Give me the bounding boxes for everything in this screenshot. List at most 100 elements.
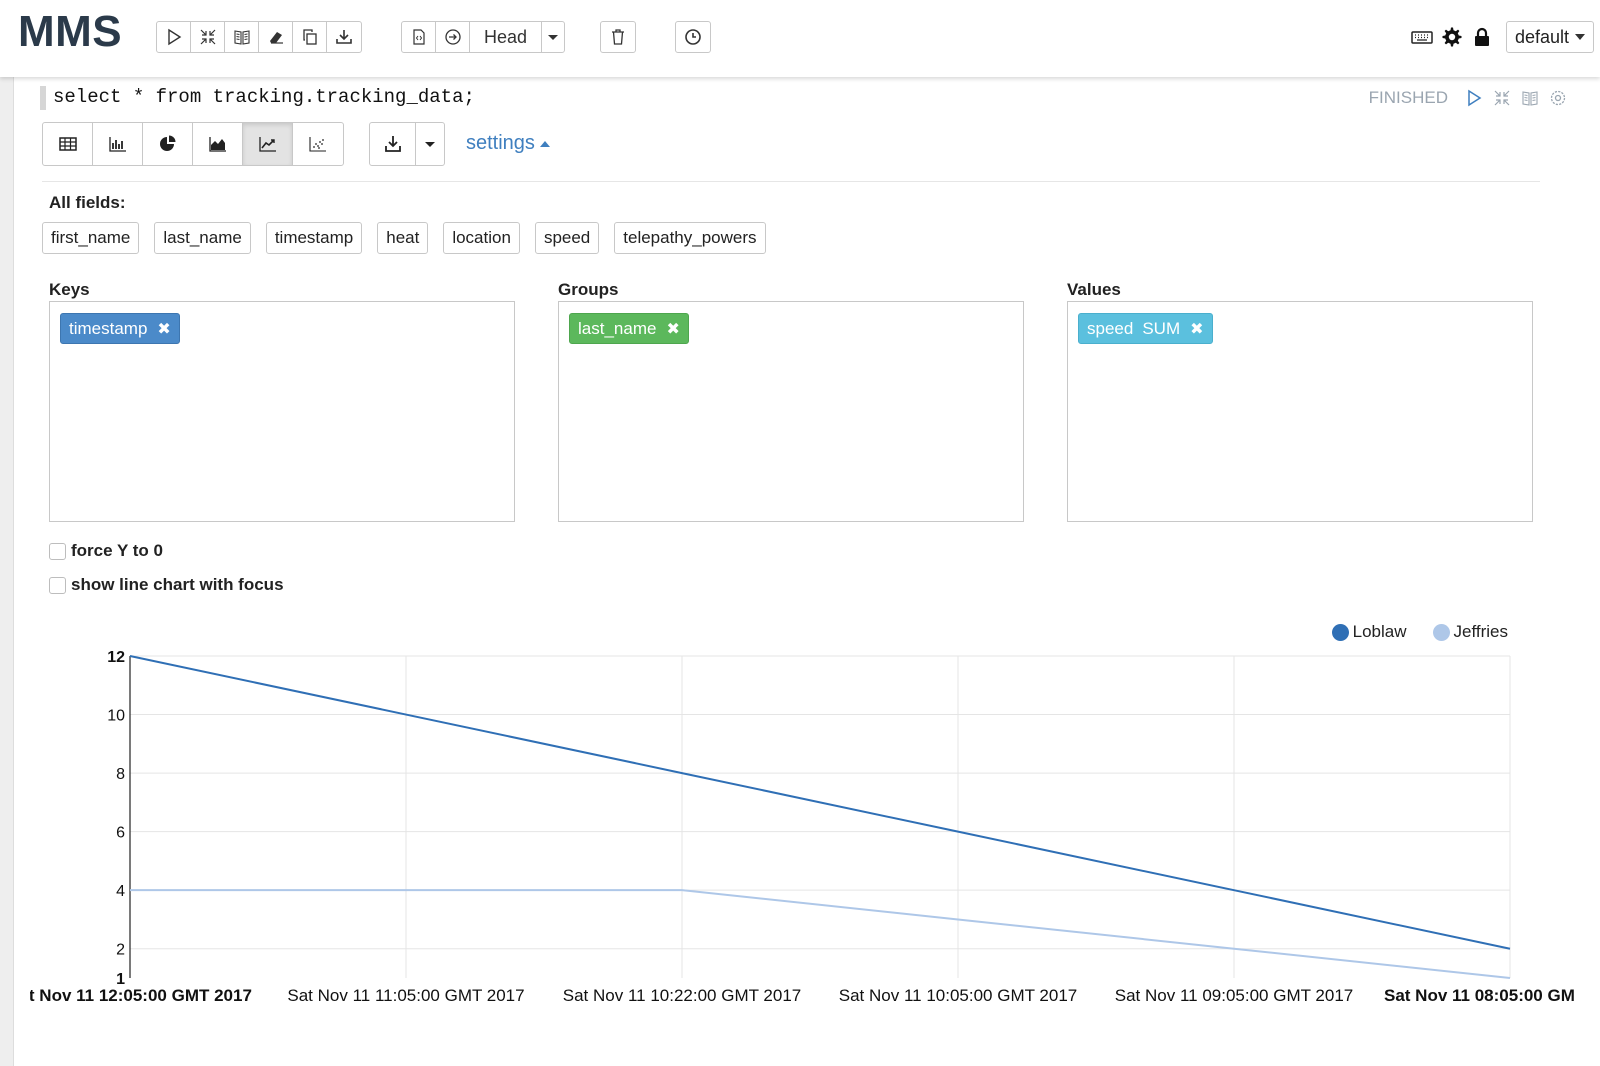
remove-group-icon[interactable]: ✖ bbox=[666, 319, 679, 339]
commit-button[interactable] bbox=[436, 22, 470, 52]
scatter-chart-icon bbox=[309, 137, 326, 152]
values-label: Values bbox=[1067, 280, 1121, 299]
pie-chart-icon bbox=[159, 135, 175, 151]
field-first-name[interactable]: first_name bbox=[42, 222, 140, 254]
y-tick-label: 8 bbox=[116, 766, 125, 783]
eraser-icon bbox=[269, 32, 283, 44]
download-icon bbox=[336, 30, 352, 44]
viz-area-chart-button[interactable] bbox=[193, 123, 243, 165]
x-tick-label: Sat Nov 11 08:05:00 GMT 2017 bbox=[1384, 986, 1575, 1005]
play-icon bbox=[167, 28, 181, 46]
viz-pie-chart-button[interactable] bbox=[143, 123, 193, 165]
x-tick-label: Sat Nov 11 10:22:00 GMT 2017 bbox=[563, 986, 801, 1005]
all-fields-list: first_name last_name timestamp heat loca… bbox=[42, 222, 781, 254]
viz-table-button[interactable] bbox=[43, 123, 93, 165]
caret-up-icon bbox=[539, 140, 550, 147]
head-revision-button[interactable]: Head bbox=[470, 22, 543, 52]
run-all-button[interactable] bbox=[157, 22, 191, 52]
force-y-checkbox[interactable] bbox=[49, 542, 66, 560]
caret-down-icon bbox=[1575, 34, 1585, 40]
x-tick-label: Sat Nov 11 11:05:00 GMT 2017 bbox=[287, 986, 524, 1005]
download-data-button[interactable] bbox=[370, 123, 416, 165]
paragraph-settings-button[interactable] bbox=[1544, 86, 1572, 110]
clear-output-button[interactable] bbox=[259, 22, 293, 52]
key-chip-timestamp[interactable]: timestamp ✖ bbox=[60, 313, 180, 344]
remove-value-icon[interactable]: ✖ bbox=[1190, 319, 1203, 339]
line-chart: 1 2 4 6 8 10 12 Sat Nov 11 12:05:00 GMT 2017 Sat… bbox=[8, 612, 1600, 1032]
book-icon bbox=[1522, 91, 1538, 106]
note-actions-group bbox=[156, 21, 362, 53]
value-chip-aggregation[interactable]: SUM bbox=[1142, 319, 1180, 339]
scheduler-group bbox=[675, 21, 711, 53]
group-chip-last-name[interactable]: last_name ✖ bbox=[569, 313, 689, 344]
all-fields-label: All fields: bbox=[49, 193, 126, 212]
x-tick-label: Sat Nov 11 09:05:00 GMT 2017 bbox=[1115, 986, 1353, 1005]
top-header: MMS Head default bbox=[0, 0, 1600, 77]
group-chip-label: last_name bbox=[578, 318, 657, 338]
collapse-all-button[interactable] bbox=[191, 22, 225, 52]
viz-scatter-chart-button[interactable] bbox=[293, 123, 343, 165]
clone-note-button[interactable] bbox=[293, 22, 327, 52]
field-location[interactable]: location bbox=[443, 222, 520, 254]
version-control-button[interactable] bbox=[402, 22, 436, 52]
viz-bar-chart-button[interactable] bbox=[93, 123, 143, 165]
header-right-tools: default bbox=[1408, 20, 1600, 54]
revision-dropdown-toggle[interactable] bbox=[542, 22, 564, 52]
run-paragraph-button[interactable] bbox=[1460, 86, 1488, 110]
hide-output-button[interactable] bbox=[1516, 86, 1544, 110]
remove-key-icon[interactable]: ✖ bbox=[157, 319, 170, 339]
field-telepathy-powers[interactable]: telepathy_powers bbox=[614, 222, 766, 254]
shortcut-button[interactable] bbox=[1408, 22, 1436, 52]
gear-icon bbox=[1550, 90, 1566, 106]
key-chip-label: timestamp bbox=[69, 318, 148, 338]
groups-drop-zone[interactable]: last_name ✖ bbox=[558, 301, 1024, 522]
download-format-toggle[interactable] bbox=[416, 123, 444, 165]
note-look-dropdown[interactable]: default bbox=[1505, 21, 1594, 53]
version-control-group: Head bbox=[401, 21, 566, 53]
toggle-output-button[interactable] bbox=[225, 22, 259, 52]
permissions-button[interactable] bbox=[1468, 22, 1496, 52]
settings-toggle[interactable]: settings bbox=[466, 132, 550, 155]
line-chart-svg: 124681012Sat Nov 11 12:05:00 GMT 2017 Sat… bbox=[8, 649, 1600, 1005]
force-y-option: force Y to 0 bbox=[49, 541, 163, 561]
y-tick-label: 6 bbox=[116, 825, 125, 842]
download-icon bbox=[384, 136, 401, 152]
copy-icon bbox=[302, 29, 317, 45]
keys-drop-zone[interactable]: timestamp ✖ bbox=[49, 301, 515, 522]
y-tick-label: 2 bbox=[116, 942, 125, 959]
table-icon bbox=[58, 137, 77, 151]
area-chart-icon bbox=[208, 137, 226, 152]
field-last-name[interactable]: last_name bbox=[154, 222, 251, 254]
focus-label: show line chart with focus bbox=[71, 575, 284, 594]
viz-line-chart-button[interactable] bbox=[243, 123, 293, 165]
download-group bbox=[369, 122, 445, 166]
book-icon bbox=[233, 30, 250, 45]
hide-editor-button[interactable] bbox=[1488, 86, 1516, 110]
scheduler-button[interactable] bbox=[676, 22, 710, 52]
file-code-icon bbox=[412, 29, 425, 45]
visualization-selector bbox=[42, 122, 344, 166]
field-timestamp[interactable]: timestamp bbox=[265, 222, 363, 254]
interpreter-settings-button[interactable] bbox=[1438, 22, 1466, 52]
field-heat[interactable]: heat bbox=[377, 222, 429, 254]
delete-note-button[interactable] bbox=[601, 22, 635, 52]
export-note-button[interactable] bbox=[327, 22, 361, 52]
caret-down-icon bbox=[425, 142, 435, 147]
line-chart-icon bbox=[258, 137, 276, 152]
x-tick-label: Sat Nov 11 12:05:00 GMT 2017 bbox=[30, 986, 252, 1005]
x-tick-label: Sat Nov 11 10:05:00 GMT 2017 bbox=[839, 986, 1077, 1005]
value-chip-speed[interactable]: speed SUM ✖ bbox=[1078, 313, 1213, 344]
app-title: MMS bbox=[18, 7, 123, 56]
paragraph-status: FINISHED bbox=[1368, 88, 1448, 107]
paragraph-controls: FINISHED bbox=[1369, 86, 1572, 110]
field-speed[interactable]: speed bbox=[534, 222, 600, 254]
value-chip-field: speed bbox=[1087, 318, 1134, 338]
keyboard-icon bbox=[1411, 31, 1433, 44]
settings-divider bbox=[42, 181, 1540, 182]
caret-down-icon bbox=[548, 35, 559, 40]
focus-checkbox[interactable] bbox=[49, 576, 66, 594]
arrow-circle-icon bbox=[444, 29, 461, 45]
values-drop-zone[interactable]: speed SUM ✖ bbox=[1067, 301, 1533, 522]
query-editor[interactable]: select * from tracking.tracking_data; bbox=[40, 86, 1320, 110]
left-rail bbox=[0, 77, 14, 1066]
